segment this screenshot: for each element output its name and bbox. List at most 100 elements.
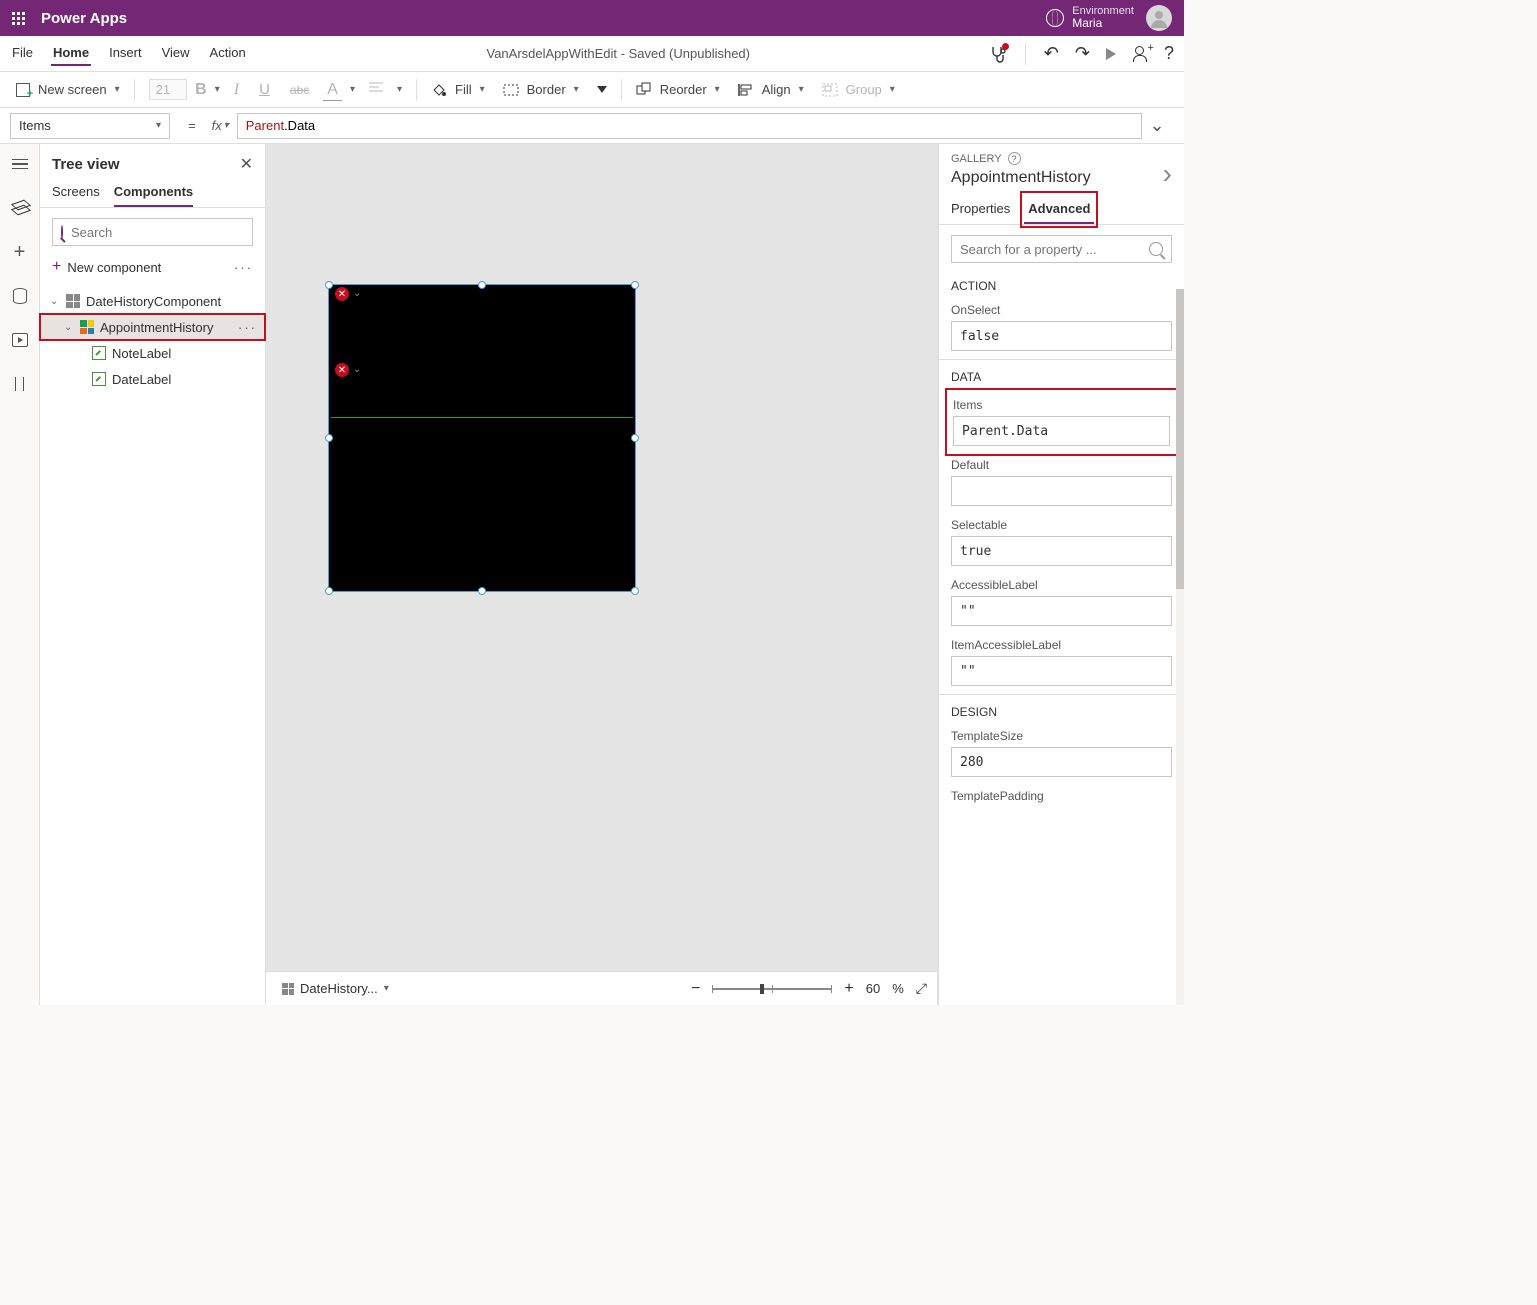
resize-handle[interactable] [631, 281, 639, 289]
text-align-button[interactable] [363, 82, 389, 97]
menu-home[interactable]: Home [51, 41, 91, 66]
rail-settings[interactable] [10, 374, 30, 394]
zoom-out-button[interactable]: − [691, 980, 700, 998]
selected-gallery[interactable]: ✕ ⌄ ✕ ⌄ [328, 284, 636, 592]
props-tab-properties[interactable]: Properties [951, 195, 1010, 224]
control-name[interactable]: AppointmentHistory [951, 165, 1091, 195]
env-name: Maria [1072, 17, 1134, 30]
resize-handle[interactable] [325, 587, 333, 595]
component-icon [66, 294, 80, 308]
props-search[interactable] [951, 235, 1172, 263]
fill-button[interactable]: Fill▾ [425, 82, 491, 98]
undo-button[interactable]: ↶ [1044, 43, 1059, 64]
help-button[interactable]: ? [1164, 43, 1174, 64]
user-avatar[interactable] [1146, 5, 1172, 31]
properties-panel: GALLERY ? AppointmentHistory › Propertie… [938, 144, 1184, 1005]
bold-button[interactable]: B [195, 81, 207, 99]
panel-expand-button[interactable]: › [1163, 160, 1172, 188]
app-checker-icon[interactable] [989, 45, 1007, 63]
formula-input[interactable]: Parent.Data [237, 113, 1142, 139]
props-tab-advanced[interactable]: Advanced [1024, 195, 1094, 224]
tree-node-notelabel[interactable]: NoteLabel [40, 340, 265, 366]
app-header: Power Apps Environment Maria [0, 0, 1184, 36]
field-input-accessible[interactable]: "" [951, 596, 1172, 626]
app-title: Power Apps [41, 10, 127, 27]
tree-node-root[interactable]: ⌄ DateHistoryComponent [40, 288, 265, 314]
tree-close-button[interactable]: ✕ [240, 154, 253, 174]
component-more-button[interactable]: ··· [234, 260, 253, 275]
props-search-input[interactable] [960, 242, 1149, 257]
info-icon[interactable]: ? [1008, 152, 1021, 165]
tree-search[interactable] [52, 218, 253, 246]
canvas[interactable]: ✕ ⌄ ✕ ⌄ DateHistory... ▾ − + 60 % ⤢ [266, 144, 938, 1005]
tree-node-gallery[interactable]: ⌄ AppointmentHistory ··· [40, 314, 265, 340]
chevron-down-icon[interactable]: ⌄ [353, 288, 361, 299]
chevron-down-icon[interactable]: ⌄ [353, 364, 361, 375]
menu-action[interactable]: Action [208, 41, 248, 66]
field-input-items[interactable]: Parent.Data [953, 416, 1170, 446]
menu-file[interactable]: File [10, 41, 35, 66]
share-button[interactable]: + [1132, 46, 1148, 62]
field-input-onselect[interactable]: false [951, 321, 1172, 351]
field-input-selectable[interactable]: true [951, 536, 1172, 566]
new-component-button[interactable]: + New component [52, 258, 161, 276]
tree-tab-screens[interactable]: Screens [52, 178, 100, 207]
resize-handle[interactable] [631, 587, 639, 595]
reorder-button[interactable]: Reorder▾ [630, 82, 726, 98]
zoom-slider[interactable] [712, 988, 832, 990]
error-badge-icon[interactable]: ✕ [335, 363, 349, 377]
zoom-thumb[interactable] [760, 984, 764, 994]
resize-handle[interactable] [631, 434, 639, 442]
rail-data[interactable] [10, 286, 30, 306]
control-type-label: GALLERY [951, 153, 1002, 165]
field-input-itemaccessible[interactable]: "" [951, 656, 1172, 686]
align-button[interactable]: Align▾ [732, 82, 810, 97]
tree-node-datelabel[interactable]: DateLabel [40, 366, 265, 392]
font-size-value[interactable]: 21 [149, 79, 187, 100]
font-color-button[interactable]: A [323, 81, 342, 99]
doc-status: VanArsdelAppWithEdit - Saved (Unpublishe… [486, 46, 750, 61]
waffle-icon[interactable] [12, 12, 25, 25]
italic-button[interactable]: I [228, 81, 245, 99]
border-button[interactable]: Border▾ [497, 82, 585, 97]
formula-bar: Items▾ = fx▾ Parent.Data ⌄ [0, 108, 1184, 144]
fit-screen-button[interactable]: ⤢ [916, 980, 927, 997]
section-data: DATA [939, 359, 1184, 390]
resize-handle[interactable] [325, 434, 333, 442]
field-label-templatepadding: TemplatePadding [939, 785, 1184, 805]
field-input-templatesize[interactable]: 280 [951, 747, 1172, 777]
menu-insert[interactable]: Insert [107, 41, 144, 66]
new-screen-button[interactable]: + New screen ▾ [10, 82, 126, 97]
play-button[interactable] [1106, 48, 1116, 60]
tree-tab-components[interactable]: Components [114, 178, 193, 207]
environment-picker[interactable]: Environment Maria [1046, 5, 1134, 30]
border-icon [503, 84, 519, 96]
menu-view[interactable]: View [160, 41, 192, 66]
formula-expand-button[interactable]: ⌄ [1142, 115, 1172, 136]
label-icon [92, 372, 106, 386]
error-badge-icon[interactable]: ✕ [335, 287, 349, 301]
fx-label: fx▾ [204, 118, 237, 133]
underline-button[interactable]: U [253, 81, 276, 98]
resize-handle[interactable] [478, 281, 486, 289]
redo-button[interactable]: ↷ [1075, 43, 1090, 64]
node-more-button[interactable]: ··· [238, 320, 257, 335]
more-format-button[interactable] [597, 86, 607, 93]
strike-button[interactable]: abc [284, 83, 315, 97]
rail-media[interactable] [10, 330, 30, 350]
main-area: + Tree view ✕ Screens Components + New c… [0, 144, 1184, 1005]
rail-hamburger[interactable] [10, 154, 30, 174]
property-dropdown[interactable]: Items▾ [10, 113, 170, 139]
scrollbar-thumb[interactable] [1176, 289, 1184, 589]
zoom-in-button[interactable]: + [844, 980, 853, 998]
resize-handle[interactable] [325, 281, 333, 289]
scrollbar[interactable] [1176, 289, 1184, 1005]
rail-tree-view[interactable] [10, 198, 30, 218]
field-input-default[interactable] [951, 476, 1172, 506]
rail-insert[interactable]: + [10, 242, 30, 262]
zoom-unit: % [892, 981, 904, 996]
fill-icon [431, 82, 447, 98]
resize-handle[interactable] [478, 587, 486, 595]
canvas-screen-dropdown[interactable]: DateHistory... ▾ [276, 977, 395, 1001]
tree-search-input[interactable] [71, 225, 247, 240]
